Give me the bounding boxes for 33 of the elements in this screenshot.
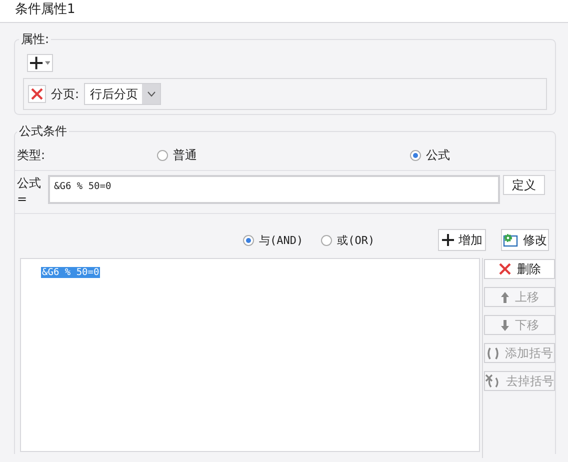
radio-label: 公式: [426, 146, 450, 164]
formula-label: 公式=: [16, 175, 42, 206]
modify-button[interactable]: 修改: [501, 229, 549, 251]
remove-button[interactable]: [28, 85, 46, 103]
arrow-down-icon: [500, 318, 510, 332]
page-break-dropdown[interactable]: 行后分页: [84, 83, 162, 105]
section-label: 公式条件: [18, 123, 68, 140]
radio-label: 与(AND): [259, 232, 304, 248]
plus-icon: [442, 234, 454, 246]
arrow-up-icon: [500, 290, 510, 304]
plus-icon: [30, 56, 43, 70]
delete-icon: [30, 87, 44, 101]
radio-button[interactable]: [321, 234, 332, 246]
radio-button[interactable]: [157, 150, 168, 160]
delete-button[interactable]: 删除: [484, 259, 555, 279]
radio-button[interactable]: [243, 234, 254, 246]
parentheses-icon: [486, 346, 500, 360]
gear-icon: [503, 233, 518, 247]
define-button[interactable]: 定义: [503, 175, 545, 195]
window-title: 条件属性1: [0, 0, 568, 23]
section-label: 属性:: [20, 31, 50, 48]
formula-field[interactable]: &G6 % 50=0: [48, 175, 500, 204]
radio-label: 普通: [173, 146, 197, 164]
remove-parentheses-icon: [485, 374, 501, 388]
type-label: 类型:: [17, 146, 46, 164]
add-dropdown-button[interactable]: [27, 54, 53, 72]
radio-label: 或(OR): [337, 232, 375, 248]
caret-icon: [146, 91, 156, 97]
add-button[interactable]: 增加: [438, 229, 486, 251]
caret-icon: [44, 61, 50, 65]
delete-icon: [498, 262, 512, 276]
radio-button[interactable]: [410, 150, 421, 160]
property-label: 分页:: [51, 86, 80, 102]
